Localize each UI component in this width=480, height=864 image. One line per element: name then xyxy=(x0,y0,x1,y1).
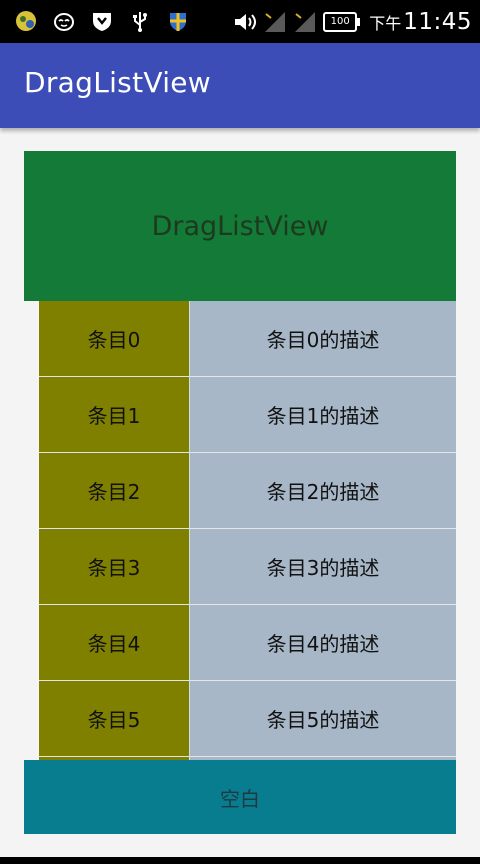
list-footer-text: 空白 xyxy=(220,786,260,811)
list-item-label: 条目3 xyxy=(39,529,189,604)
status-time: 11:45 xyxy=(403,8,472,35)
list-item[interactable]: 条目3 条目3的描述 xyxy=(39,529,456,605)
list-item-label: 条目4 xyxy=(39,605,189,680)
list-item[interactable]: 条目2 条目2的描述 xyxy=(39,453,456,529)
game-controller-icon xyxy=(14,9,38,33)
signal-2-icon xyxy=(293,10,317,34)
list-footer: 空白 xyxy=(24,760,456,834)
list-item-description: 条目5的描述 xyxy=(189,681,456,756)
list-item-description: 条目2的描述 xyxy=(189,453,456,528)
status-bar-system: 100 下午 11:45 xyxy=(233,0,472,43)
list-item-description: 条目1的描述 xyxy=(189,377,456,452)
shield-icon xyxy=(166,9,190,33)
usb-icon xyxy=(128,9,152,33)
list-header-text: DragListView xyxy=(151,210,329,242)
app-title: DragListView xyxy=(24,66,211,99)
cat-face-icon xyxy=(52,9,76,33)
list-header: DragListView xyxy=(24,151,456,301)
shield-download-icon xyxy=(90,9,114,33)
status-bar: 100 下午 11:45 xyxy=(0,0,480,43)
volume-icon xyxy=(233,10,257,34)
list-item-description: 条目4的描述 xyxy=(189,605,456,680)
list-item-description: 条目3的描述 xyxy=(189,529,456,604)
list-item[interactable]: 条目1 条目1的描述 xyxy=(39,377,456,453)
list-item-label: 条目5 xyxy=(39,681,189,756)
app-bar: DragListView xyxy=(0,43,480,128)
drag-list[interactable]: 条目0 条目0的描述 条目1 条目1的描述 条目2 条目2的描述 条目3 条目3… xyxy=(39,301,456,762)
list-item[interactable]: 条目4 条目4的描述 xyxy=(39,605,456,681)
list-item[interactable]: 条目0 条目0的描述 xyxy=(39,301,456,377)
list-item-label: 条目1 xyxy=(39,377,189,452)
battery-icon: 100 xyxy=(323,11,361,32)
list-item-label: 条目2 xyxy=(39,453,189,528)
list-item-label: 条目0 xyxy=(39,301,189,376)
status-bar-notifications xyxy=(14,9,190,33)
status-ampm: 下午 xyxy=(369,13,402,33)
list-item[interactable]: 条目5 条目5的描述 xyxy=(39,681,456,757)
list-item-description: 条目0的描述 xyxy=(189,301,456,376)
signal-1-icon xyxy=(263,10,287,34)
bottom-edge xyxy=(0,857,480,864)
